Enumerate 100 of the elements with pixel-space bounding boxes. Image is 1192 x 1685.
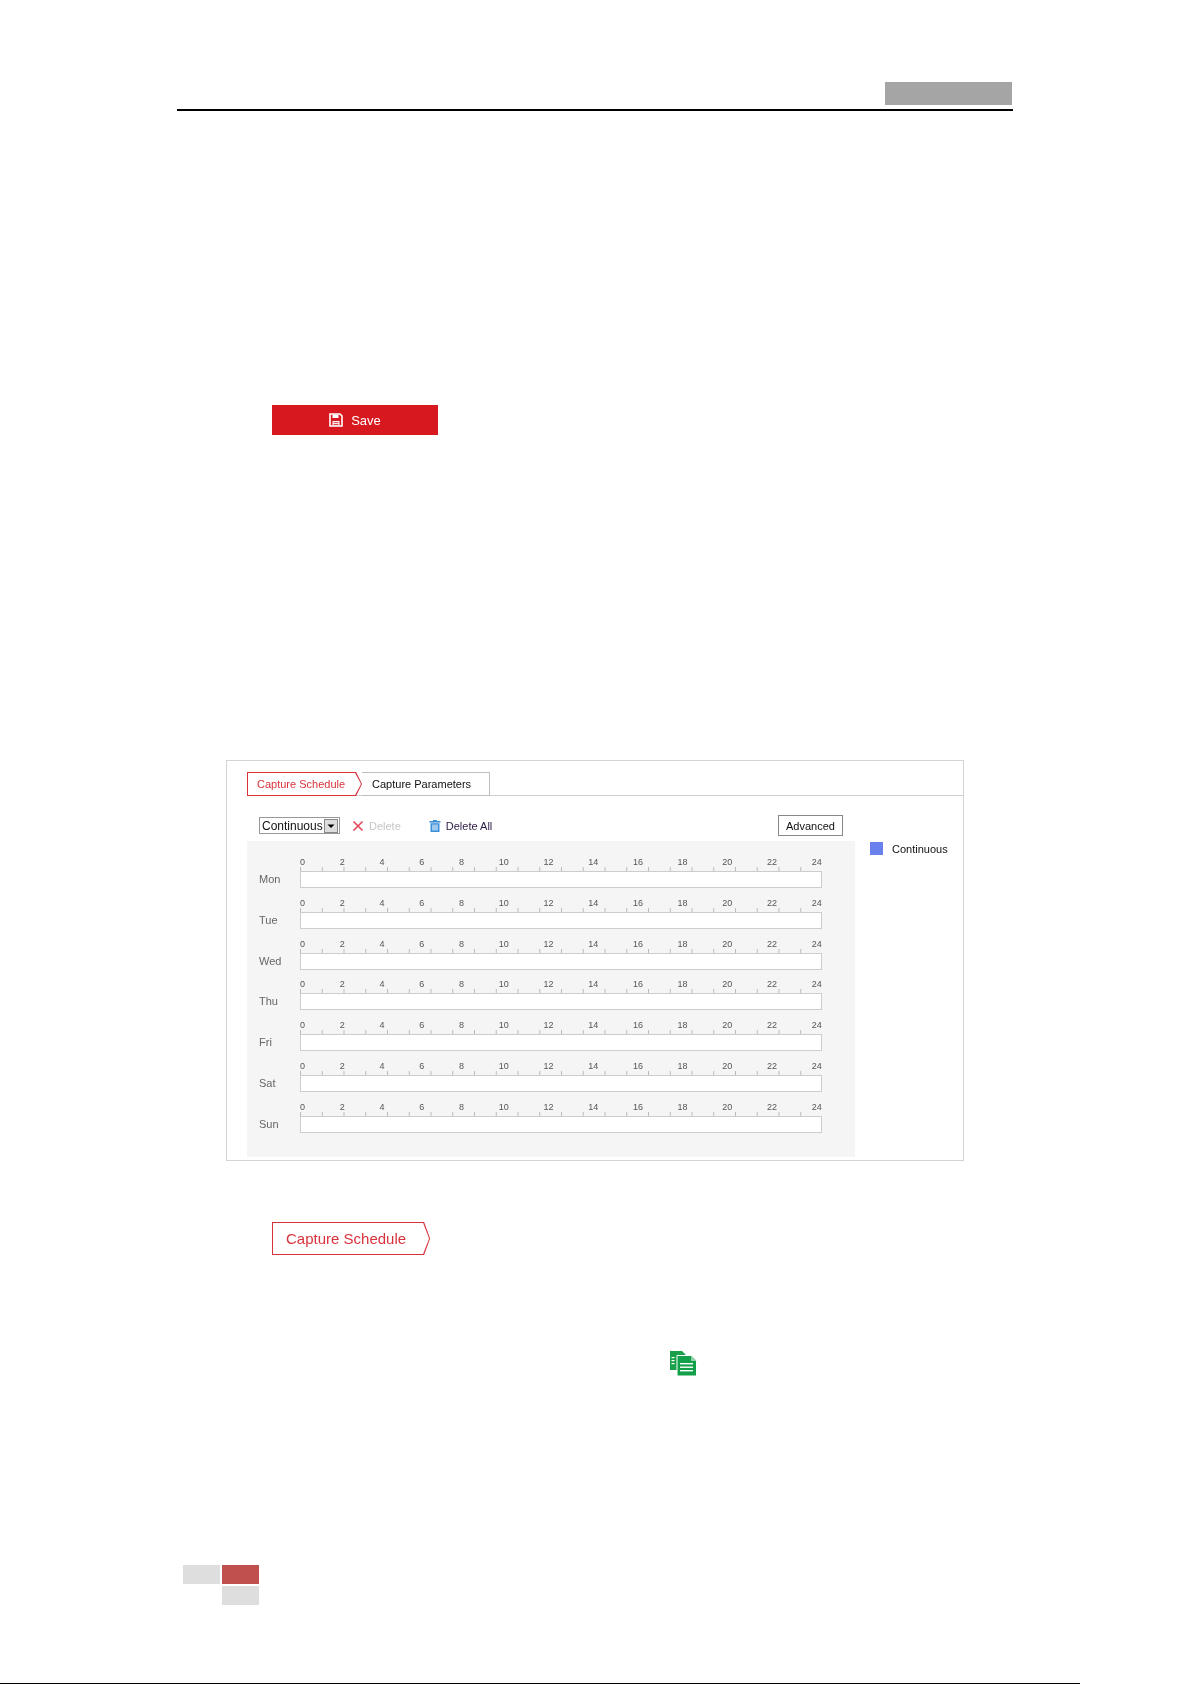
- tab[interactable]: Capture Schedule: [247, 772, 363, 796]
- hour-label: 10: [498, 1101, 509, 1112]
- hour-label: 12: [543, 897, 554, 908]
- hour-label: 10: [498, 897, 509, 908]
- hour-label: 6: [419, 1101, 425, 1112]
- hour-label: 24: [811, 979, 822, 990]
- day-timeline[interactable]: [300, 871, 822, 888]
- hour-label: 4: [379, 857, 385, 867]
- hour-label: 24: [811, 897, 822, 908]
- footer-tile: [183, 1565, 220, 1584]
- hour-label: 18: [677, 1020, 688, 1031]
- close-icon: [352, 819, 364, 832]
- hour-label: 18: [677, 1061, 688, 1071]
- hour-label: 22: [767, 857, 778, 867]
- tab[interactable]: Capture Parameters: [362, 772, 491, 796]
- hour-label: 16: [632, 1020, 643, 1031]
- hour-label: 0: [300, 1101, 305, 1112]
- day-timeline[interactable]: [300, 911, 822, 929]
- hour-label: 18: [677, 1101, 688, 1112]
- hour-label: 8: [458, 857, 464, 867]
- hour-label: 14: [588, 897, 599, 908]
- hour-label: 16: [632, 897, 643, 908]
- delete-all-button[interactable]: Delete All: [428, 819, 493, 832]
- hour-label: 14: [588, 1020, 599, 1031]
- day-timeline[interactable]: [300, 1075, 822, 1092]
- legend-label: Continuous: [892, 842, 948, 855]
- footer-tile: [222, 1565, 259, 1584]
- hour-label: 6: [419, 1020, 425, 1031]
- hour-label: 16: [632, 979, 643, 990]
- day-label: Fri: [259, 1035, 273, 1051]
- save-button[interactable]: Save: [272, 405, 438, 435]
- hour-label: 20: [722, 857, 733, 867]
- hour-label: 14: [588, 938, 599, 949]
- day-label: Thu: [259, 994, 279, 1010]
- hour-label: 20: [722, 1061, 733, 1071]
- hour-label: 18: [677, 938, 688, 949]
- hour-label: 12: [543, 979, 554, 990]
- hour-label: 24: [811, 857, 822, 867]
- hour-label: 0: [300, 938, 305, 949]
- hour-label: 20: [722, 1020, 733, 1031]
- hour-label: 10: [498, 938, 509, 949]
- mode-select[interactable]: Continuous: [259, 817, 340, 834]
- day-timeline[interactable]: [300, 1034, 822, 1052]
- tab[interactable]: Capture Schedule: [272, 1222, 431, 1255]
- hour-label: 14: [588, 1061, 599, 1071]
- day-label: Tue: [259, 912, 279, 928]
- day-timeline[interactable]: [300, 952, 822, 970]
- hour-label: 4: [379, 1020, 385, 1031]
- hour-label: 18: [677, 897, 688, 908]
- hour-label: 22: [767, 1061, 778, 1071]
- hour-label: 4: [379, 938, 385, 949]
- hour-label: 2: [339, 1101, 345, 1112]
- hour-label: 0: [300, 1061, 305, 1071]
- hour-label: 4: [379, 897, 385, 908]
- hour-label: 10: [498, 1020, 509, 1031]
- day-timeline[interactable]: [300, 1115, 822, 1133]
- hour-label: 2: [339, 938, 345, 949]
- hour-label: 12: [543, 938, 554, 949]
- hour-label: 20: [722, 897, 733, 908]
- hour-label: 12: [543, 1061, 554, 1071]
- hour-label: 4: [379, 1101, 385, 1112]
- hour-label: 0: [300, 1020, 305, 1031]
- hour-label: 10: [498, 1061, 509, 1071]
- hour-label: 2: [339, 1020, 345, 1031]
- hour-label: 22: [767, 1020, 778, 1031]
- hour-label: 14: [588, 857, 599, 867]
- day-label: Wed: [259, 953, 283, 969]
- hour-label: 22: [767, 938, 778, 949]
- hour-label: 8: [458, 897, 464, 908]
- hour-label: 8: [458, 1020, 464, 1031]
- hour-label: 0: [300, 857, 305, 867]
- day-label: Mon: [259, 872, 282, 887]
- hour-label: 14: [588, 1101, 599, 1112]
- documents-icon: [670, 1351, 698, 1376]
- hour-label: 22: [767, 979, 778, 990]
- hour-label: 0: [300, 897, 305, 908]
- hour-label: 8: [458, 979, 464, 990]
- day-label: Sat: [259, 1076, 277, 1091]
- hour-label: 22: [767, 1101, 778, 1112]
- hour-label: 18: [677, 857, 688, 867]
- caret-icon: [324, 818, 338, 833]
- hour-label: 14: [588, 979, 599, 990]
- hour-label: 4: [379, 979, 385, 990]
- hour-label: 18: [677, 979, 688, 990]
- hour-label: 6: [419, 857, 425, 867]
- day-timeline[interactable]: [300, 993, 822, 1011]
- hour-label: 20: [722, 979, 733, 990]
- hour-label: 6: [419, 897, 425, 908]
- hour-label: 8: [458, 1061, 464, 1071]
- advanced-button[interactable]: Advanced: [778, 815, 843, 836]
- hour-label: 2: [339, 897, 345, 908]
- trash-icon: [428, 819, 441, 832]
- hour-label: 20: [722, 1101, 733, 1112]
- hour-label: 0: [300, 979, 305, 990]
- day-label: Sun: [259, 1116, 280, 1132]
- hour-label: 4: [379, 1061, 385, 1071]
- hour-label: 20: [722, 938, 733, 949]
- hour-label: 2: [339, 1061, 345, 1071]
- hour-label: 10: [498, 857, 509, 867]
- hour-label: 8: [458, 1101, 464, 1112]
